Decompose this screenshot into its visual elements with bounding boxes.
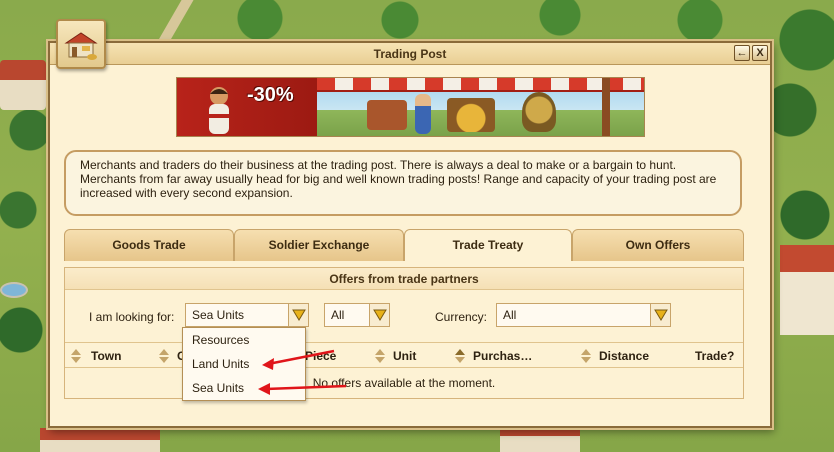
- column-purchase[interactable]: Purchas…: [455, 343, 533, 369]
- chevron-down-icon[interactable]: [369, 304, 389, 326]
- column-distance[interactable]: Distance: [581, 343, 650, 369]
- merchant-figure: [209, 87, 229, 134]
- fountain[interactable]: [0, 282, 28, 298]
- chevron-down-icon[interactable]: [650, 304, 670, 326]
- treasure-chest-item: [447, 98, 495, 132]
- window-titlebar: Trading Post ← X: [50, 43, 770, 65]
- column-piece-label: Piece: [305, 349, 337, 363]
- column-town[interactable]: Town: [71, 343, 122, 369]
- option-sea-units[interactable]: Sea Units: [183, 376, 305, 400]
- helmet-item: [522, 92, 556, 132]
- offers-panel: Offers from trade partners I am looking …: [64, 267, 744, 399]
- looking-for-label: I am looking for:: [89, 310, 175, 324]
- tab-trade-treaty[interactable]: Trade Treaty: [404, 229, 572, 261]
- column-trade: Trade?: [695, 343, 734, 369]
- sort-icon: [159, 349, 169, 363]
- building-right[interactable]: [780, 245, 834, 335]
- sort-ascending-icon: [455, 349, 465, 363]
- column-piece[interactable]: Piece: [305, 343, 336, 369]
- road: [158, 0, 194, 40]
- column-town-label: Town: [91, 349, 122, 363]
- banner-pole: [602, 78, 610, 136]
- table-header: Town C Piece Unit Purchas… Distance: [65, 342, 743, 368]
- currency-label: Currency:: [435, 310, 488, 324]
- chevron-down-icon[interactable]: [288, 304, 308, 326]
- sort-icon: [71, 349, 81, 363]
- empty-message: No offers available at the moment.: [312, 376, 496, 390]
- trading-post-window: Trading Post ← X -30% Merchants and trad…: [48, 19, 772, 428]
- column-trade-label: Trade?: [695, 349, 735, 363]
- tab-goods-trade[interactable]: Goods Trade: [64, 229, 234, 261]
- close-button[interactable]: X: [752, 45, 768, 61]
- currency-value: All: [503, 308, 517, 322]
- column-purchase-label: Purchas…: [473, 349, 533, 363]
- looking-for-dropdown-menu: Resources Land Units Sea Units: [182, 327, 306, 401]
- looking-for-select[interactable]: Sea Units: [185, 303, 309, 327]
- column-unit-label: Unit: [393, 349, 417, 363]
- window-title: Trading Post: [373, 47, 447, 61]
- description-text: Merchants and traders do their business …: [64, 150, 742, 216]
- tab-own-offers[interactable]: Own Offers: [572, 229, 744, 261]
- building-left[interactable]: [0, 60, 46, 110]
- tab-bar: Goods Trade Soldier Exchange Trade Treat…: [64, 229, 744, 261]
- panel-heading: Offers from trade partners: [65, 268, 743, 290]
- looking-for-value: Sea Units: [192, 308, 245, 322]
- banner-awning: [317, 78, 644, 92]
- column-unit[interactable]: Unit: [375, 343, 417, 369]
- option-resources[interactable]: Resources: [183, 328, 305, 352]
- promo-banner[interactable]: -30%: [176, 77, 645, 137]
- building-bottom-left[interactable]: [40, 428, 160, 452]
- currency-select[interactable]: All: [496, 303, 671, 327]
- column-distance-label: Distance: [599, 349, 650, 363]
- back-button[interactable]: ←: [734, 45, 750, 61]
- trading-post-icon: [56, 19, 106, 69]
- sort-icon: [581, 349, 591, 363]
- sort-icon: [375, 349, 385, 363]
- shop-vendor-figure: [415, 94, 431, 134]
- tab-soldier-exchange[interactable]: Soldier Exchange: [234, 229, 404, 261]
- discount-label: -30%: [247, 84, 294, 106]
- shop-cart-item: [367, 100, 407, 130]
- filter-select[interactable]: All: [324, 303, 390, 327]
- filter-value: All: [331, 308, 345, 322]
- option-land-units[interactable]: Land Units: [183, 352, 305, 376]
